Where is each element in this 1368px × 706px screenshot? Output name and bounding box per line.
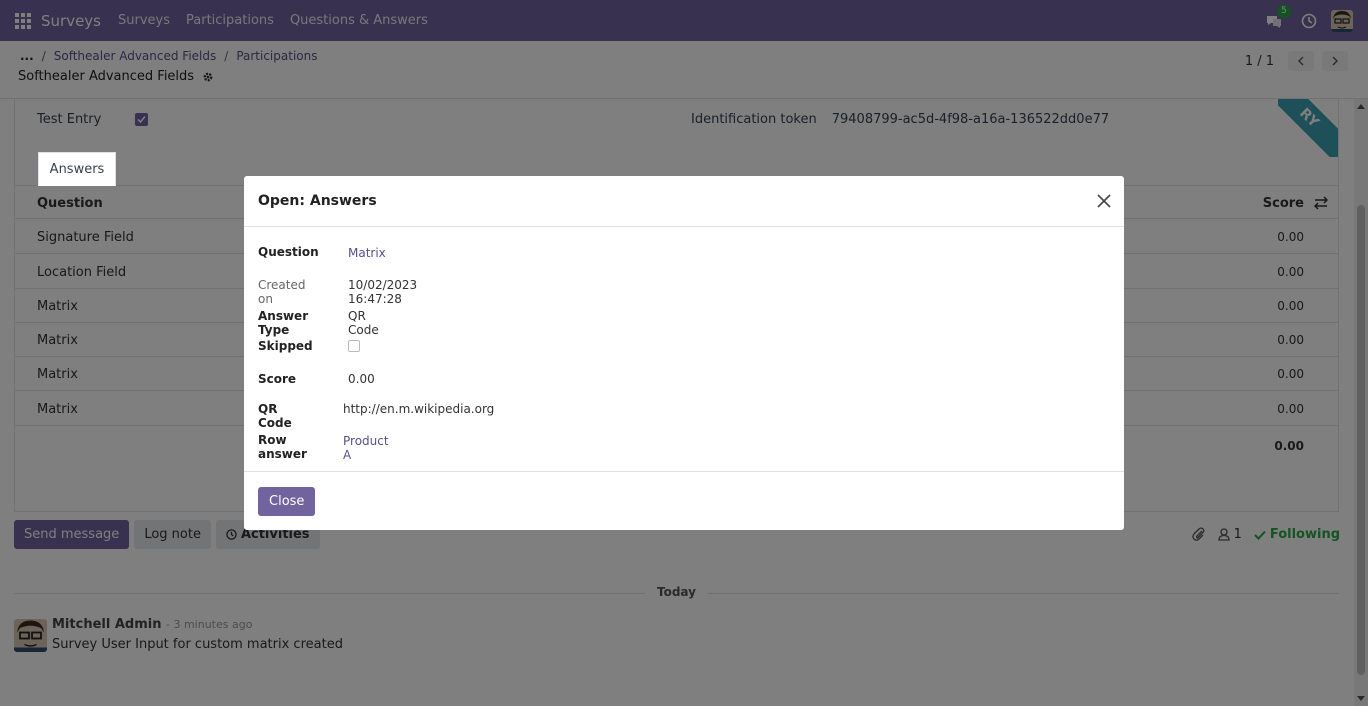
question-label: Question (258, 245, 319, 259)
tab-answers[interactable]: Answers (38, 152, 116, 186)
score-label: Score (258, 372, 297, 386)
close-icon[interactable] (1096, 193, 1112, 209)
row-answer-label: Row answer (258, 433, 307, 461)
created-on-label: Created on (258, 278, 306, 306)
answers-dialog: Open: Answers Question Matrix Created on… (244, 176, 1124, 530)
skipped-checkbox[interactable] (348, 340, 360, 352)
dialog-header: Open: Answers (244, 176, 1124, 227)
close-button[interactable]: Close (258, 487, 316, 516)
created-on-value: 10/02/2023 16:47:28 (348, 278, 418, 306)
qr-code-value: http://en.m.wikipedia.org (343, 402, 495, 416)
question-value[interactable]: Matrix (348, 246, 386, 260)
row-answer-value[interactable]: Product A (343, 434, 389, 462)
answer-type-value: QR Code (348, 309, 379, 337)
dialog-footer: Close (244, 471, 1124, 530)
answer-type-label: Answer Type (258, 309, 309, 337)
dialog-body: Question Matrix Created on 10/02/2023 16… (244, 227, 1124, 471)
dialog-title: Open: Answers (258, 193, 377, 209)
score-value: 0.00 (348, 372, 375, 386)
skipped-label: Skipped (258, 339, 313, 353)
qr-code-label: QR Code (258, 402, 292, 430)
